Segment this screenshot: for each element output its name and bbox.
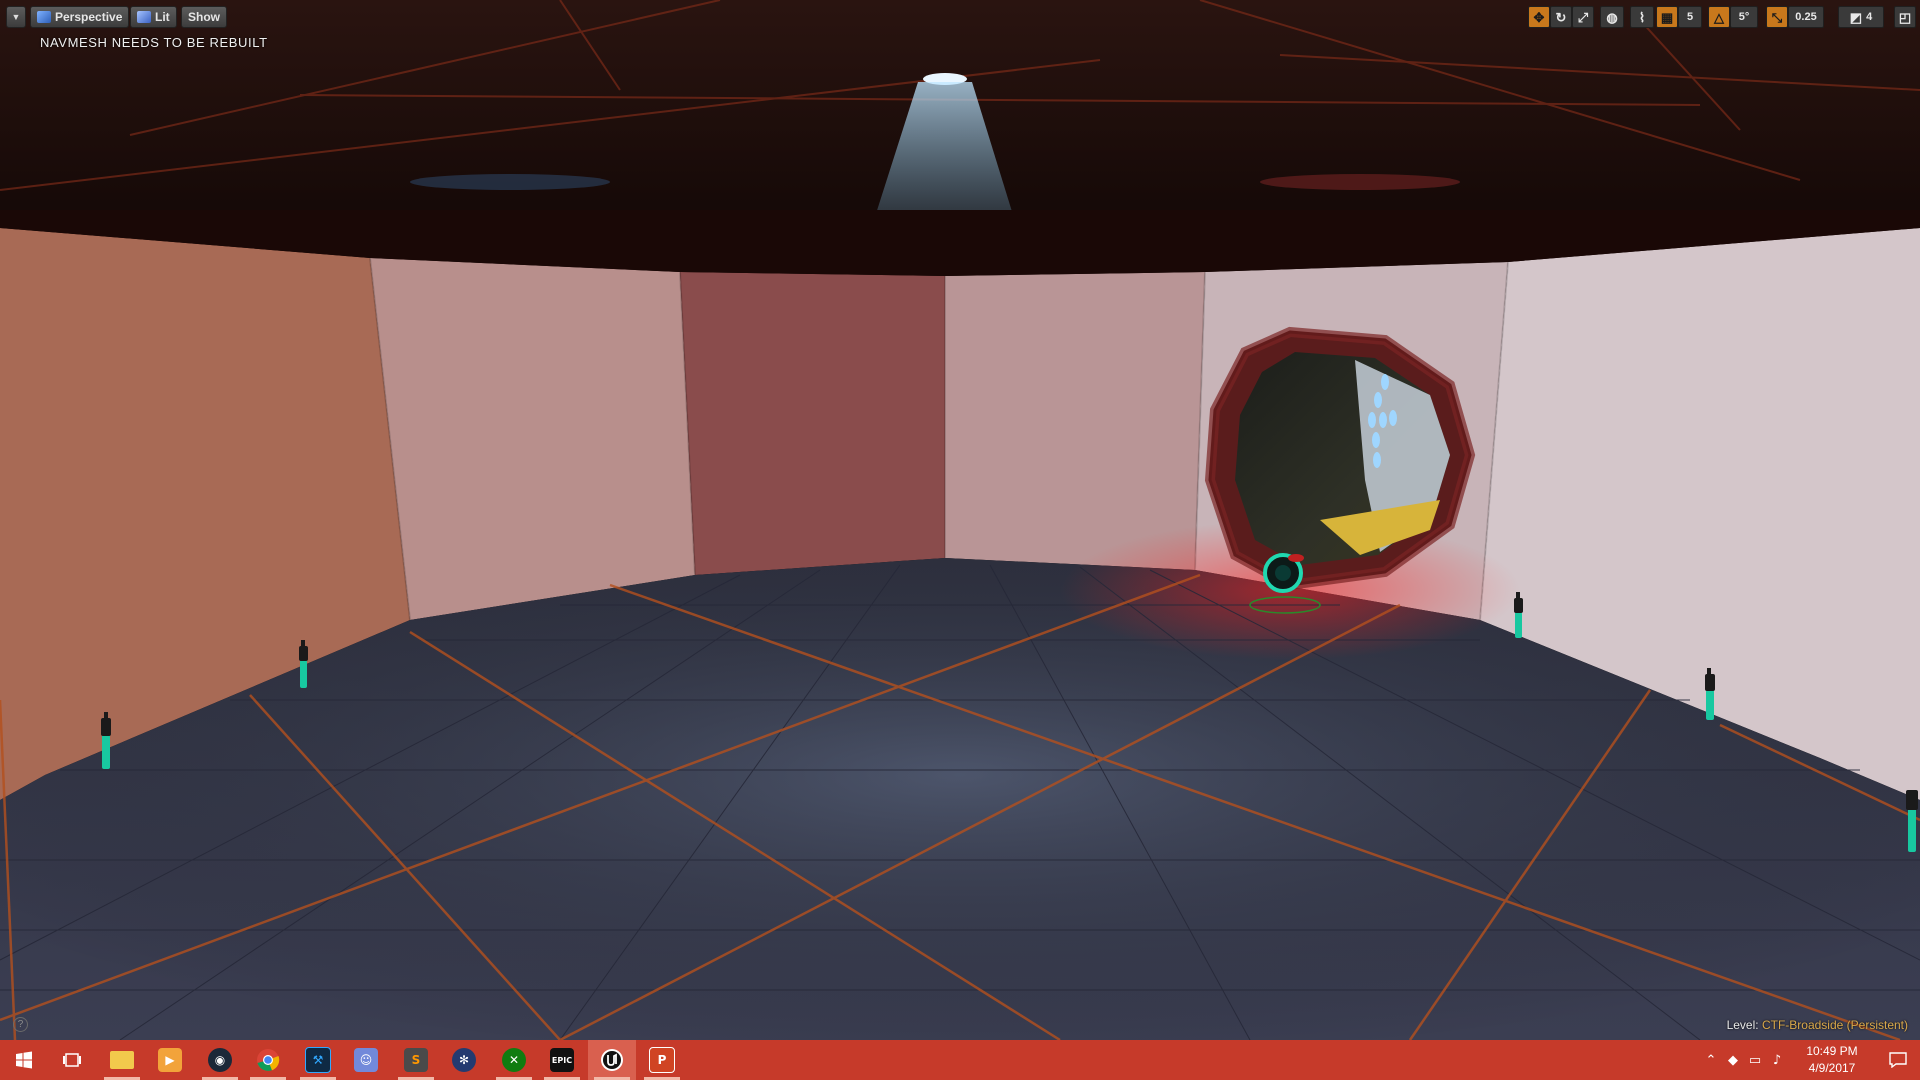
notification-icon — [1889, 1052, 1907, 1068]
taskbar-app-wheel[interactable]: ✻ — [440, 1040, 488, 1080]
discord-icon: ☺ — [354, 1048, 378, 1072]
transform-rotate-button[interactable]: ↻ — [1550, 6, 1572, 28]
epic-icon: EPIC — [550, 1048, 574, 1072]
camera-speed-button[interactable]: ◩ 4 — [1838, 6, 1884, 28]
chevron-up-icon[interactable]: ⌃ — [1700, 1053, 1722, 1068]
system-tray: ⌃ ◆ ▭ ♪ 10:49 PM 4/9/2017 — [1700, 1040, 1920, 1080]
perspective-label: Perspective — [55, 10, 123, 24]
unreal-icon — [601, 1049, 623, 1071]
clock-time: 10:49 PM — [1806, 1044, 1858, 1058]
viewport-options-button[interactable]: ▼ — [6, 6, 26, 28]
rotation-snap-icon: △ — [1714, 9, 1724, 25]
media-icon: ▶ — [158, 1048, 182, 1072]
show-label: Show — [188, 10, 220, 24]
grid-icon: ▦ — [1660, 9, 1674, 25]
camera-icon: ◩ — [1849, 9, 1863, 25]
clock-date: 4/9/2017 — [1808, 1061, 1856, 1075]
lit-button[interactable]: Lit — [130, 6, 177, 28]
lit-label: Lit — [155, 10, 170, 24]
start-button[interactable] — [0, 1040, 48, 1080]
move-icon: ✥ — [1533, 9, 1545, 25]
coordinate-system-button[interactable]: ◍ — [1600, 6, 1624, 28]
grid-snap-toggle[interactable]: ▦ — [1656, 6, 1678, 28]
scale-snap-toggle[interactable]: ⤡ — [1766, 6, 1788, 28]
taskbar-app-epic-games[interactable]: EPIC — [538, 1040, 586, 1080]
xbox-icon: ✕ — [502, 1048, 526, 1072]
perspective-button[interactable]: Perspective — [30, 6, 130, 28]
taskbar-app-steam[interactable]: ◉ — [196, 1040, 244, 1080]
level-scene[interactable] — [0, 0, 1920, 1040]
grid-snap-value-label: 5 — [1686, 11, 1694, 23]
surface-snap-button[interactable]: ⌇ — [1630, 6, 1654, 28]
rotation-snap-value-label: 5° — [1738, 11, 1750, 23]
taskbar-app-powerpoint[interactable]: P — [638, 1040, 686, 1080]
taskbar-app-sublime[interactable]: S — [392, 1040, 440, 1080]
transform-translate-button[interactable]: ✥ — [1528, 6, 1550, 28]
taskbar-app-photoshop[interactable]: ⚒ — [294, 1040, 342, 1080]
level-viewport[interactable]: ▼ Perspective Lit Show ✥ ↻ ⤢ ◍ ⌇ ▦ 5 △ 5… — [0, 0, 1920, 1040]
perspective-icon — [37, 11, 51, 23]
level-prefix: Level: — [1726, 1018, 1759, 1032]
rotation-snap-value[interactable]: 5° — [1730, 6, 1758, 28]
rotation-snap-toggle[interactable]: △ — [1708, 6, 1730, 28]
transform-scale-button[interactable]: ⤢ — [1572, 6, 1594, 28]
network-icon[interactable]: ▭ — [1744, 1053, 1766, 1068]
chevron-down-icon: ▼ — [11, 12, 21, 22]
scale-icon: ⤢ — [1577, 9, 1589, 25]
chrome-icon — [257, 1049, 280, 1071]
task-view-icon — [63, 1053, 81, 1067]
help-icon[interactable]: ? — [13, 1017, 28, 1032]
taskbar-app-discord[interactable]: ☺ — [342, 1040, 390, 1080]
photoshop-icon: ⚒ — [305, 1047, 331, 1073]
notifications-button[interactable] — [1876, 1040, 1920, 1080]
camera-speed-value-label: 4 — [1866, 11, 1873, 23]
taskbar-app-unreal-engine[interactable] — [588, 1040, 636, 1080]
task-view-button[interactable] — [48, 1040, 96, 1080]
level-name: CTF-Broadside (Persistent) — [1761, 1018, 1908, 1032]
maximize-icon: ◰ — [1898, 9, 1912, 25]
maximize-viewport-button[interactable]: ◰ — [1894, 6, 1916, 28]
show-button[interactable]: Show — [181, 6, 227, 28]
windows-taskbar: ▶ ◉ ⚒ ☺ S ✻ ✕ EPIC P ⌃ ◆ ▭ ♪ 10:49 PM 4/… — [0, 1040, 1920, 1080]
grid-snap-value[interactable]: 5 — [1678, 6, 1702, 28]
steam-icon: ◉ — [208, 1048, 232, 1072]
taskbar-app-media-player[interactable]: ▶ — [146, 1040, 194, 1080]
taskbar-app-xbox[interactable]: ✕ — [490, 1040, 538, 1080]
navmesh-warning: NAVMESH NEEDS TO BE REBUILT — [40, 35, 268, 50]
system-clock[interactable]: 10:49 PM 4/9/2017 — [1794, 1043, 1870, 1077]
dropbox-icon[interactable]: ◆ — [1722, 1053, 1744, 1068]
scale-snap-value-label: 0.25 — [1795, 11, 1817, 23]
world-globe-icon: ◍ — [1606, 9, 1618, 25]
surface-snap-icon: ⌇ — [1638, 9, 1646, 25]
sublime-icon: S — [404, 1048, 428, 1072]
rotate-icon: ↻ — [1555, 9, 1567, 25]
volume-icon[interactable]: ♪ — [1766, 1053, 1788, 1068]
taskbar-app-chrome[interactable] — [244, 1040, 292, 1080]
scale-snap-value[interactable]: 0.25 — [1788, 6, 1824, 28]
wheel-icon: ✻ — [452, 1048, 476, 1072]
powerpoint-icon: P — [649, 1047, 675, 1073]
taskbar-app-file-explorer[interactable] — [98, 1040, 146, 1080]
lit-cube-icon — [137, 11, 151, 23]
scale-snap-icon: ⤡ — [1771, 9, 1783, 25]
current-level-label: Level: CTF-Broadside (Persistent) — [1727, 1018, 1908, 1032]
windows-icon — [16, 1051, 32, 1069]
folder-icon — [110, 1051, 134, 1069]
